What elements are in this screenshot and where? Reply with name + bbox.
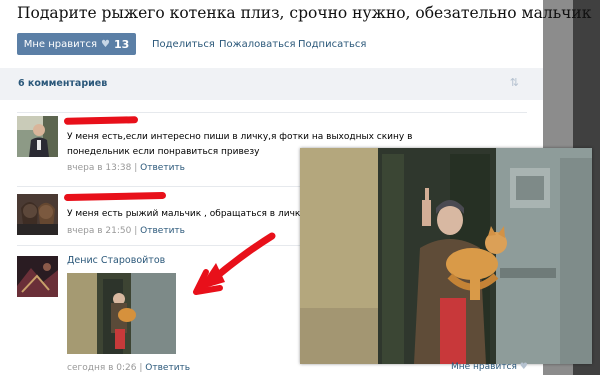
attached-photo-thumbnail[interactable]: [67, 273, 176, 354]
meta-separator: |: [134, 163, 138, 173]
avatar[interactable]: [17, 256, 58, 297]
like-button[interactable]: Мне нравится ♥ 13: [17, 33, 136, 55]
reply-link[interactable]: Ответить: [145, 363, 190, 373]
reply-link[interactable]: Ответить: [140, 226, 185, 236]
comment-time[interactable]: вчера в 21:50: [67, 226, 131, 236]
redacted-author-name: [63, 191, 167, 202]
sort-arrows-icon[interactable]: ⇅: [510, 76, 519, 89]
comment-time[interactable]: вчера в 13:38: [67, 163, 131, 173]
photo-like-button[interactable]: Мне нравится ♥: [451, 362, 528, 372]
avatar[interactable]: [17, 116, 58, 157]
report-link[interactable]: Пожаловаться: [219, 39, 296, 50]
reply-link[interactable]: Ответить: [140, 163, 185, 173]
photo-like-label: Мне нравится: [451, 362, 517, 372]
like-button-label: Мне нравится: [23, 38, 97, 50]
meta-separator: |: [139, 363, 143, 373]
heart-icon: ♥: [100, 38, 110, 50]
enlarged-photo[interactable]: [300, 148, 592, 364]
like-count: 13: [113, 37, 130, 51]
comment-time[interactable]: сегодня в 0:26: [67, 363, 136, 373]
redacted-author-name: [63, 116, 139, 125]
comments-count[interactable]: 6 комментариев: [18, 78, 107, 89]
red-arrow-annotation: [193, 232, 276, 295]
heart-icon: ♥: [519, 362, 528, 372]
comment-meta: сегодня в 0:26 | Ответить: [67, 363, 190, 373]
share-link[interactable]: Поделиться: [152, 39, 215, 50]
comment-meta: вчера в 21:50 | Ответить: [67, 226, 185, 236]
comment-author[interactable]: Денис Старовойтов: [67, 255, 165, 266]
post-title: Подарите рыжего котенка плиз, срочно нуж…: [17, 4, 592, 22]
comments-header: 6 комментариев ⇅: [0, 68, 543, 100]
subscribe-link[interactable]: Подписаться: [298, 39, 366, 50]
comment-divider: [17, 112, 527, 113]
meta-separator: |: [134, 226, 138, 236]
avatar[interactable]: [17, 194, 58, 235]
comment-meta: вчера в 13:38 | Ответить: [67, 163, 185, 173]
